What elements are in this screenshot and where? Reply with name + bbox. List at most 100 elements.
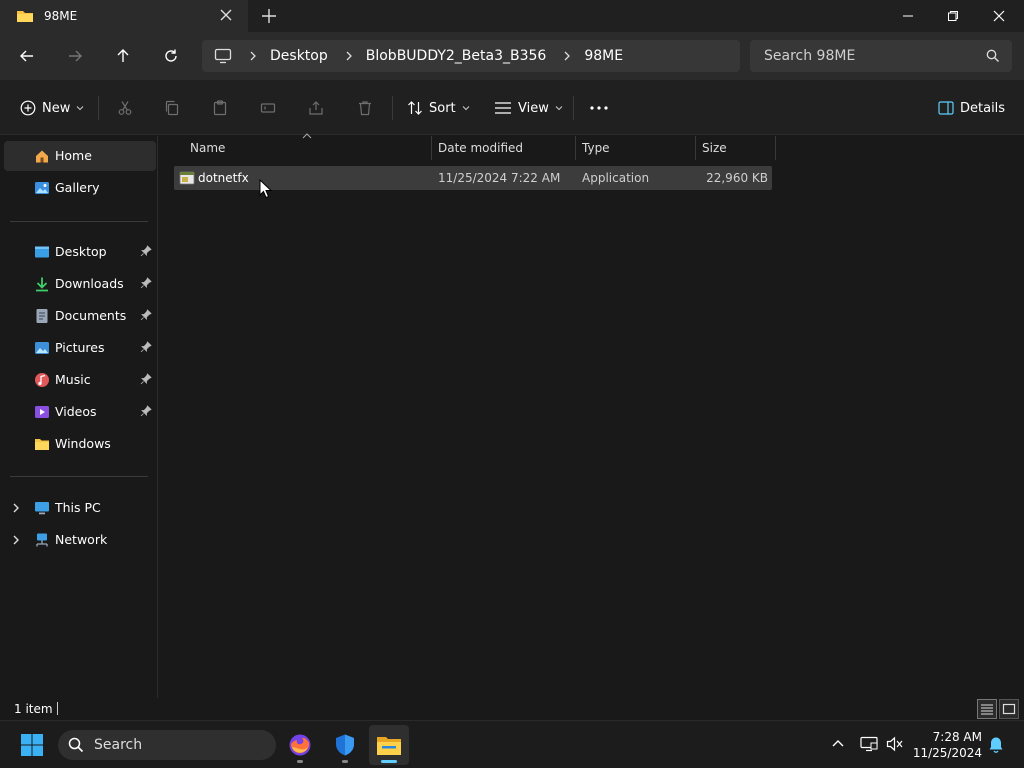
search-icon	[986, 49, 999, 62]
search-icon	[68, 737, 84, 753]
sidebar-item-label: Documents	[55, 308, 127, 323]
navigation-pane: Home Gallery Desktop Downloads Documents…	[0, 136, 158, 698]
breadcrumb-blobbuddy[interactable]: BlobBUDDY2_Beta3_B356	[366, 48, 547, 64]
computer-icon	[214, 48, 232, 64]
start-button[interactable]	[12, 725, 52, 765]
refresh-button[interactable]	[159, 44, 183, 68]
display-icon[interactable]	[860, 736, 878, 752]
computer-icon	[35, 502, 49, 515]
column-header-type[interactable]: Type	[576, 136, 696, 160]
share-button[interactable]	[308, 96, 324, 120]
new-tab-icon[interactable]	[260, 7, 278, 25]
large-icons-view-icon	[1002, 703, 1016, 715]
back-button[interactable]	[15, 44, 39, 68]
column-header-label: Type	[582, 141, 610, 155]
details-view-button[interactable]	[977, 699, 997, 719]
file-explorer-icon	[377, 737, 401, 755]
forward-button[interactable]	[63, 44, 87, 68]
chevron-right-icon	[250, 51, 256, 61]
address-bar[interactable]: Desktop BlobBUDDY2_Beta3_B356 98ME	[202, 40, 740, 72]
view-button[interactable]: View	[494, 96, 563, 120]
more-options-button[interactable]	[590, 96, 608, 120]
column-header-date-modified[interactable]: Date modified	[432, 136, 576, 160]
taskbar-search[interactable]: Search	[58, 730, 276, 760]
sidebar-item-documents[interactable]: Documents	[4, 301, 156, 331]
chevron-up-icon[interactable]	[831, 738, 845, 748]
sort-button[interactable]: Sort	[407, 96, 470, 120]
pin-icon[interactable]	[140, 309, 152, 321]
up-button[interactable]	[111, 44, 135, 68]
clock-date: 11/25/2024	[912, 746, 982, 760]
breadcrumb-separator[interactable]	[242, 51, 264, 61]
pin-icon[interactable]	[140, 405, 152, 417]
running-indicator	[297, 760, 303, 763]
sidebar-item-home[interactable]: Home	[4, 141, 156, 171]
rename-button[interactable]	[260, 96, 276, 120]
more-icon	[590, 106, 608, 110]
clock-time: 7:28 AM	[932, 730, 982, 744]
sidebar-item-gallery[interactable]: Gallery	[4, 173, 156, 203]
volume-muted-icon[interactable]	[886, 736, 904, 752]
item-count: 1 item	[14, 702, 53, 716]
column-header-label: Name	[190, 141, 226, 155]
sidebar-item-music[interactable]: Music	[4, 365, 156, 395]
tab-98me[interactable]: 98ME	[0, 0, 248, 32]
trash-icon	[359, 101, 371, 116]
minimize-button[interactable]	[885, 0, 931, 32]
search-input[interactable]: Search 98ME	[750, 40, 1012, 72]
chevron-down-icon	[77, 106, 84, 111]
breadcrumb-separator[interactable]	[556, 51, 578, 61]
sidebar-item-windows[interactable]: Windows	[4, 429, 156, 459]
pin-icon[interactable]	[140, 277, 152, 289]
notification-bell-icon[interactable]	[988, 736, 1004, 754]
sidebar-item-label: Home	[55, 148, 92, 163]
sidebar-item-videos[interactable]: Videos	[4, 397, 156, 427]
sidebar-item-label: Downloads	[55, 276, 124, 291]
details-pane-icon	[938, 101, 954, 115]
cut-button[interactable]	[117, 96, 133, 120]
firefox-taskbar-button[interactable]	[280, 725, 320, 765]
breadcrumb-98me[interactable]: 98ME	[584, 48, 623, 64]
new-button[interactable]: New	[20, 96, 84, 120]
sidebar-item-downloads[interactable]: Downloads	[4, 269, 156, 299]
sidebar-item-this-pc[interactable]: This PC	[4, 493, 156, 523]
network-icon	[36, 533, 48, 547]
restore-button[interactable]	[930, 0, 976, 32]
column-header-name[interactable]: Name	[184, 136, 432, 160]
breadcrumb-desktop[interactable]: Desktop	[270, 48, 328, 64]
sidebar-item-label: Gallery	[55, 180, 100, 195]
pin-icon[interactable]	[140, 245, 152, 257]
sidebar-item-desktop[interactable]: Desktop	[4, 237, 156, 267]
arrow-left-icon	[20, 50, 33, 62]
delete-button[interactable]	[357, 96, 373, 120]
breadcrumb-separator[interactable]	[338, 51, 360, 61]
folder-icon	[35, 439, 49, 450]
desktop-folder-icon	[35, 246, 49, 258]
toolbar-divider	[573, 96, 574, 120]
status-bar: 1 item	[0, 698, 1024, 720]
pin-icon[interactable]	[140, 373, 152, 385]
column-header-size[interactable]: Size	[696, 136, 776, 160]
chevron-right-icon[interactable]	[12, 502, 20, 514]
file-size: 22,960 KB	[706, 171, 768, 185]
sidebar-item-network[interactable]: Network	[4, 525, 156, 555]
application-icon	[179, 171, 195, 185]
file-explorer-taskbar-button[interactable]	[369, 725, 409, 765]
copy-button[interactable]	[164, 96, 180, 120]
sidebar-divider	[10, 221, 148, 222]
file-date-modified: 11/25/2024 7:22 AM	[438, 171, 561, 185]
paste-button[interactable]	[212, 96, 228, 120]
close-window-button[interactable]	[976, 0, 1022, 32]
close-tab-icon[interactable]	[218, 7, 234, 23]
sidebar-item-pictures[interactable]: Pictures	[4, 333, 156, 363]
share-icon	[309, 101, 323, 115]
large-icons-view-button[interactable]	[999, 699, 1019, 719]
pictures-icon	[35, 342, 49, 354]
sidebar-item-label: Pictures	[55, 340, 105, 355]
chevron-right-icon[interactable]	[12, 534, 20, 546]
pin-icon[interactable]	[140, 341, 152, 353]
system-clock[interactable]: 7:28 AM 11/25/2024	[913, 729, 982, 761]
defender-taskbar-button[interactable]	[325, 725, 365, 765]
details-button[interactable]: Details	[938, 96, 1005, 120]
refresh-icon	[165, 49, 177, 62]
